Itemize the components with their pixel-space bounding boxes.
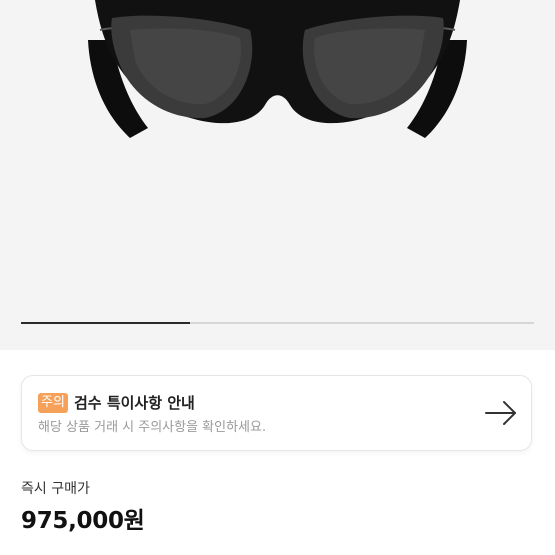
notice-title: 검수 특이사항 안내	[74, 394, 195, 412]
arrow-right-icon[interactable]	[483, 398, 519, 428]
inspection-notice-card[interactable]: 주의 검수 특이사항 안내 해당 상품 거래 시 주의사항을 확인하세요.	[21, 375, 532, 451]
price-label: 즉시 구매가	[21, 481, 90, 497]
sunglasses-icon	[88, 0, 467, 138]
carousel-progress-fill	[21, 322, 191, 324]
carousel-progress-track	[21, 322, 534, 324]
notice-description: 해당 상품 거래 시 주의사항을 확인하세요.	[38, 420, 267, 435]
price-value: 975,000원	[21, 508, 145, 534]
caution-badge: 주의	[38, 393, 68, 413]
product-image-area	[0, 0, 555, 350]
